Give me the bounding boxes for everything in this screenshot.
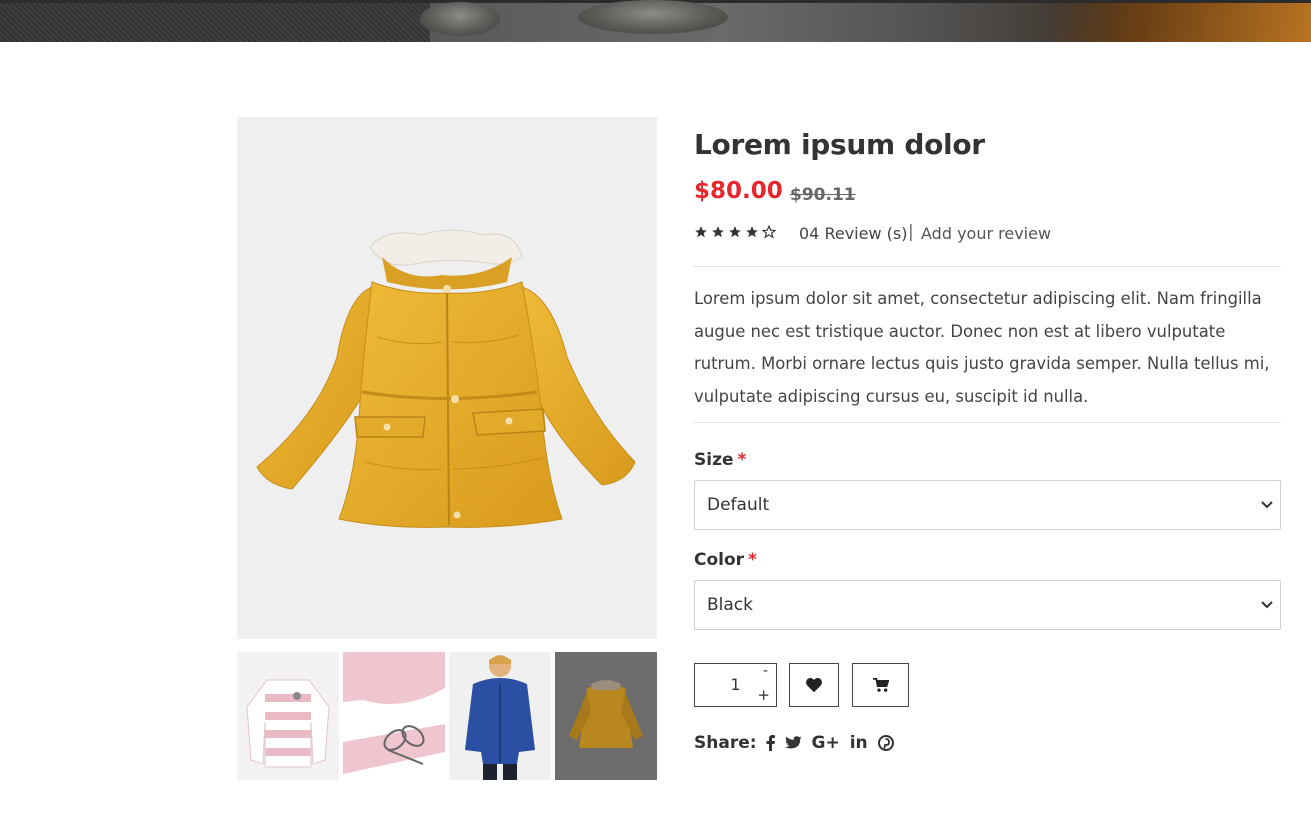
quantity-increment-button[interactable]: +	[757, 686, 770, 704]
size-select[interactable]: Default	[694, 480, 1281, 530]
thumbnail-yellow-jacket-dark[interactable]	[555, 652, 657, 780]
banner-orange-object	[1051, 3, 1311, 42]
twitter-icon[interactable]	[784, 736, 802, 750]
banner-texture	[0, 3, 430, 42]
product-old-price: $90.11	[790, 185, 856, 205]
hero-banner-strip	[0, 0, 1311, 42]
banner-coin	[578, 0, 728, 34]
cart-icon	[872, 677, 889, 692]
share-label: Share:	[694, 733, 757, 753]
size-label-text: Size	[694, 450, 734, 470]
add-review-link[interactable]: Add your review	[921, 224, 1051, 243]
star-empty-icon	[762, 225, 776, 239]
thumbnail-striped-sweater[interactable]	[237, 652, 339, 780]
quantity-stepper[interactable]: 1 - +	[694, 663, 777, 707]
share-bar: Share: G+ in	[694, 733, 894, 753]
thumbnail-boy-blue-jacket[interactable]	[449, 652, 551, 780]
chevron-down-icon	[1261, 601, 1273, 609]
size-select-value: Default	[707, 495, 770, 515]
divider	[694, 266, 1281, 267]
wishlist-button[interactable]	[789, 663, 839, 707]
review-separator: |	[908, 222, 914, 242]
banner-coin	[420, 2, 500, 36]
color-label: Color *	[694, 550, 757, 570]
linkedin-icon[interactable]: in	[850, 733, 868, 753]
product-price: $80.00	[694, 178, 783, 204]
product-title: Lorem ipsum dolor	[694, 128, 985, 161]
star-filled-icon	[695, 226, 707, 238]
star-filled-icon	[746, 226, 758, 238]
divider	[694, 422, 1281, 423]
add-to-cart-button[interactable]	[852, 663, 909, 707]
thumbnail-sweater-closeup[interactable]	[343, 652, 445, 780]
product-main-image[interactable]	[237, 117, 657, 639]
quantity-decrement-button[interactable]: -	[763, 663, 768, 679]
required-mark: *	[748, 550, 757, 570]
size-label: Size *	[694, 450, 746, 470]
required-mark: *	[737, 450, 747, 470]
facebook-icon[interactable]	[766, 735, 775, 751]
chevron-down-icon	[1261, 501, 1273, 509]
rating-stars	[694, 225, 776, 239]
google-plus-icon[interactable]: G+	[812, 733, 840, 753]
review-count[interactable]: 04 Review (s)	[799, 224, 907, 243]
pinterest-icon[interactable]	[877, 735, 894, 751]
product-description: Lorem ipsum dolor sit amet, consectetur …	[694, 289, 1270, 406]
color-select-value: Black	[707, 595, 753, 615]
heart-icon	[806, 677, 822, 693]
star-filled-icon	[712, 226, 724, 238]
color-select[interactable]: Black	[694, 580, 1281, 630]
star-filled-icon	[729, 226, 741, 238]
color-label-text: Color	[694, 550, 745, 570]
